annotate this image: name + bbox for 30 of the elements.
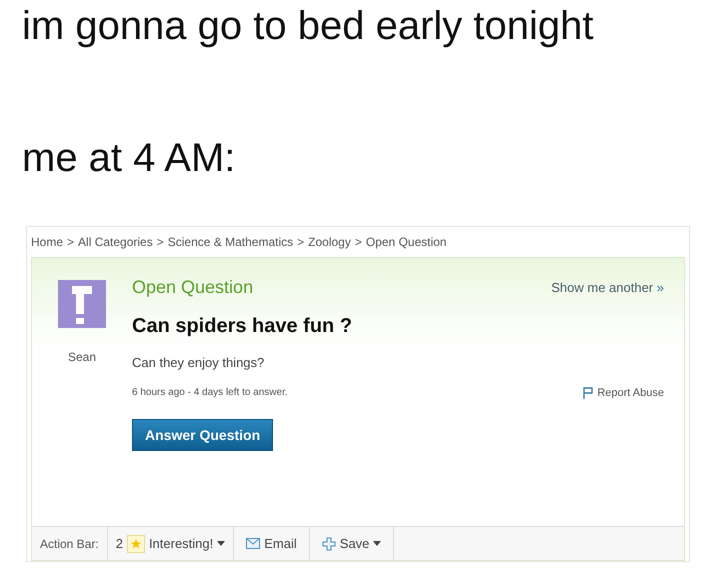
show-another-link[interactable]: Show me another » [551, 278, 664, 298]
breadcrumb-separator: > [297, 234, 304, 251]
caption-text: me at 4 AM: [22, 135, 236, 182]
breadcrumb-separator: > [354, 234, 362, 251]
asker-name[interactable]: Sean [68, 348, 96, 366]
caption-text: im gonna go to bed early tonight [22, 3, 594, 50]
breadcrumb-link[interactable]: Open Question [366, 233, 447, 251]
email-button[interactable]: Email [234, 527, 310, 560]
avatar-icon [58, 280, 106, 328]
breadcrumb-separator: > [156, 234, 164, 251]
question-title: Can spiders have fun ? [132, 314, 354, 339]
envelope-icon [246, 538, 260, 549]
caret-icon [373, 541, 382, 546]
action-bar-label: Action Bar: [32, 527, 108, 560]
breadcrumb-separator: > [67, 234, 74, 251]
breadcrumb-link[interactable]: Zoology [308, 233, 351, 251]
report-abuse-link[interactable]: Report Abuse [583, 384, 664, 401]
breadcrumb-link[interactable]: Science & Mathematics [168, 233, 294, 251]
breadcrumb-link[interactable]: All Categories [78, 233, 153, 251]
flag-icon [583, 386, 594, 399]
double-arrow-icon: » [656, 280, 664, 295]
question-body: Can they enjoy things? [132, 354, 266, 372]
save-button[interactable]: Save [310, 527, 394, 560]
interesting-button[interactable]: 2 Interesting! [108, 527, 234, 560]
answer-question-button[interactable]: Answer Question [132, 419, 274, 451]
breadcrumb-link[interactable]: Home [31, 233, 64, 251]
question-meta: 6 hours ago - 4 days left to answer. [132, 386, 288, 400]
plus-icon [322, 536, 336, 550]
question-status: Open Question [132, 276, 254, 299]
caret-icon [217, 541, 226, 546]
